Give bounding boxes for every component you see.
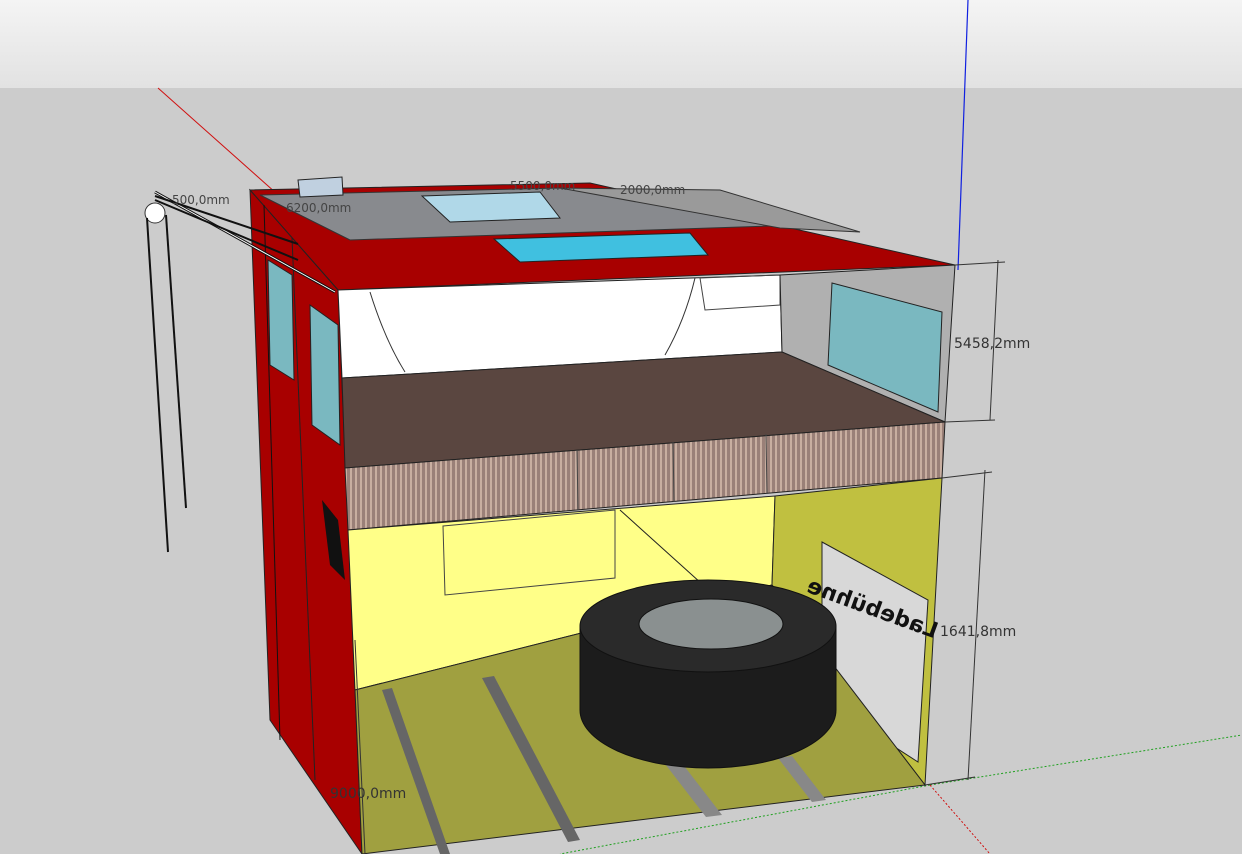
- svg-text:2000,0mm: 2000,0mm: [620, 183, 685, 197]
- svg-text:1641,8mm: 1641,8mm: [940, 624, 1016, 640]
- left-window-2: [309, 304, 341, 446]
- tire-hub: [638, 598, 784, 650]
- red-axis-lower: [929, 784, 991, 854]
- 3d-model-viewport[interactable]: Ladebühne 5458,2mm 1641,8mm 9000,0mm 550…: [0, 0, 1242, 854]
- blue-axis: [957, 0, 969, 271]
- svg-text:5458,2mm: 5458,2mm: [954, 336, 1030, 352]
- left-window-1: [267, 259, 295, 381]
- crane-pole-1: [146, 217, 169, 553]
- green-axis: [929, 734, 1242, 786]
- svg-text:500,0mm: 500,0mm: [172, 193, 230, 207]
- dim-upper-height[interactable]: 5458,2mm: [944, 259, 1030, 423]
- svg-text:6200,0mm: 6200,0mm: [286, 201, 351, 215]
- roof-box: [297, 176, 344, 198]
- crane-pole-2: [165, 214, 187, 509]
- svg-text:5500,0mm: 5500,0mm: [510, 179, 575, 193]
- svg-text:9000,0mm: 9000,0mm: [330, 786, 406, 802]
